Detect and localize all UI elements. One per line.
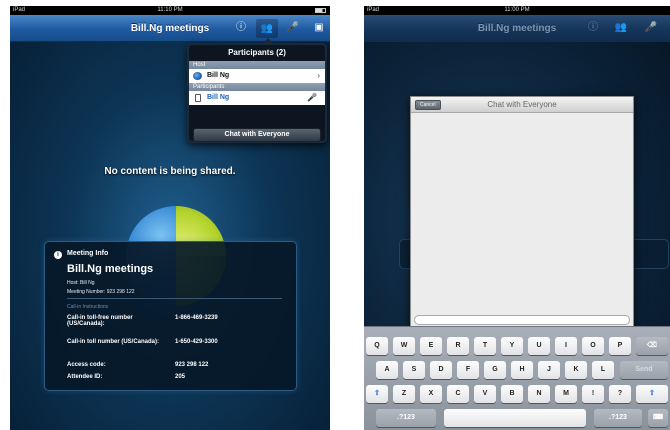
status-time: 11:00 PM [504,7,530,13]
backspace-key[interactable]: ⌫ [636,337,668,355]
meeting-screen: iPad 11:10 PM Bill.Ng meetings ⓘ 👥 🎤 ▣ N… [10,6,330,430]
key-e[interactable]: E [420,337,442,355]
chat-title: Chat with Everyone [487,100,557,109]
callin-value: 1-650-429-3300 [175,339,218,345]
host-row[interactable]: Bill Ng › [189,69,325,83]
participants-popover: Participants (2) Host Bill Ng › Particip… [187,38,327,143]
meeting-host: Host: Bill Ng [67,280,95,286]
info-icon: i [54,251,62,259]
space-key[interactable] [444,409,586,427]
key-f[interactable]: F [457,361,479,379]
key-c[interactable]: C [447,385,469,403]
callin-label: Attendee ID: [67,374,103,380]
key-question[interactable]: ? [609,385,631,403]
no-content-message: No content is being shared. [104,166,236,177]
key-g[interactable]: G [484,361,506,379]
panel-icon[interactable]: ▣ [312,21,326,35]
participant-name: Bill Ng [207,94,230,101]
ipad-device-icon [195,94,201,102]
key-m[interactable]: M [555,385,577,403]
meeting-title: Bill.Ng meetings [130,23,210,34]
status-time: 11:10 PM [157,7,183,13]
meeting-info-panel: i Meeting Info Bill.Ng meetings Host: Bi… [44,241,297,391]
key-l[interactable]: L [592,361,614,379]
callin-value: 923 298 122 [175,362,209,368]
info-icon[interactable]: ⓘ [234,21,248,35]
callin-label: Call-in toll-free number (US/Canada): [67,315,133,327]
key-q[interactable]: Q [366,337,388,355]
participants-section-header: Participants [189,83,325,91]
microphone-icon[interactable]: 🎤 [286,21,300,35]
key-o[interactable]: O [582,337,604,355]
chat-header: Cancel Chat with Everyone [411,97,633,113]
key-x[interactable]: X [420,385,442,403]
key-exclamation[interactable]: ! [582,385,604,403]
callin-label: Access code: [67,362,106,368]
key-v[interactable]: V [474,385,496,403]
nav-bar: Bill.Ng meetings ⓘ 👥 🎤 [364,15,670,42]
callin-label: Call-in toll number (US/Canada): [67,339,160,345]
meeting-info-header: Meeting Info [67,250,109,257]
participants-title: Participants (2) [228,48,286,57]
battery-icon [315,8,326,13]
callin-value: 1-866-469-3239 [175,315,218,321]
chat-input[interactable] [414,315,630,325]
key-b[interactable]: B [501,385,523,403]
shift-icon[interactable]: ⇧ [366,385,388,403]
info-icon: ⓘ [588,22,598,33]
chat-window: Cancel Chat with Everyone [410,96,634,329]
microphone-icon: 🎤 [307,93,317,102]
key-n[interactable]: N [528,385,550,403]
status-bar: iPad 11:00 PM [364,6,670,15]
key-s[interactable]: S [403,361,425,379]
status-bar: iPad 11:10 PM [10,6,330,15]
key-w[interactable]: W [393,337,415,355]
key-h[interactable]: H [511,361,533,379]
key-a[interactable]: A [376,361,398,379]
host-section-header: Host [189,61,325,69]
divider [67,298,282,299]
key-t[interactable]: T [474,337,496,355]
callin-value: 205 [175,374,186,380]
key-j[interactable]: J [538,361,560,379]
chat-with-everyone-button[interactable]: Chat with Everyone [193,128,321,142]
participants-icon: 👥 [614,22,628,33]
key-y[interactable]: Y [501,337,523,355]
key-z[interactable]: Z [393,385,415,403]
key-k[interactable]: K [565,361,587,379]
numbers-key[interactable]: .?123 [594,409,642,427]
onscreen-keyboard: Q W E R T Y U I O P ⌫ A S D F G H J K L … [364,326,670,430]
key-u[interactable]: U [528,337,550,355]
send-key[interactable]: Send [620,361,668,379]
key-d[interactable]: D [430,361,452,379]
shift-icon[interactable]: ⇧ [636,385,668,403]
host-name: Bill Ng [207,72,230,79]
microphone-icon: 🎤 [644,22,658,33]
key-r[interactable]: R [447,337,469,355]
key-p[interactable]: P [609,337,631,355]
numbers-key[interactable]: .?123 [376,409,436,427]
participants-icon[interactable]: 👥 [256,19,278,38]
host-avatar-icon [193,72,202,80]
keyboard-hide-icon[interactable]: ⌨ [648,409,668,427]
meeting-number: Meeting Number: 923 298 122 [67,289,135,295]
chevron-right-icon: › [317,71,320,80]
callin-header: Call-in Instructions [67,304,109,310]
participant-row[interactable]: Bill Ng 🎤 [189,91,325,105]
chat-screen: iPad 11:00 PM Bill.Ng meetings ⓘ 👥 🎤 Can… [364,6,670,430]
nav-bar: Bill.Ng meetings ⓘ 👥 🎤 ▣ [10,15,330,42]
meeting-info-title: Bill.Ng meetings [67,263,154,275]
key-i[interactable]: I [555,337,577,355]
